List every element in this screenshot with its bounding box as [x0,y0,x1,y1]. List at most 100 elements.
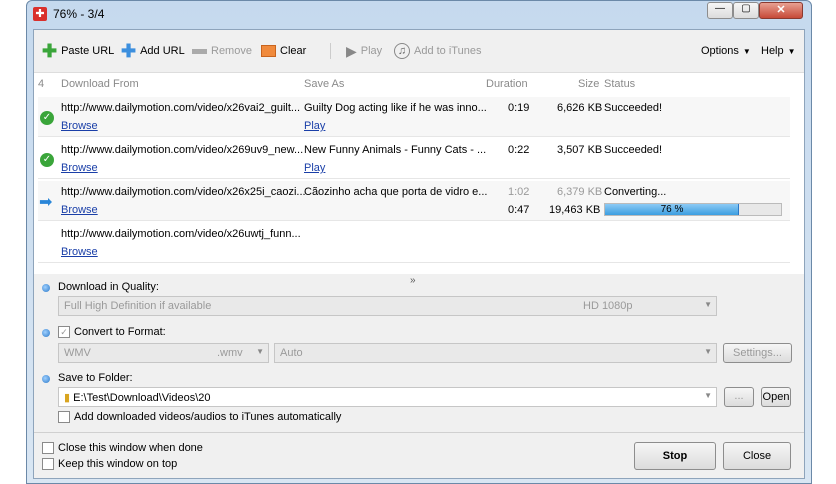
preset-value: Auto [280,347,303,359]
window-title: 76% - 3/4 [53,7,105,21]
folder-path: E:\Test\Download\Videos\20 [73,392,211,404]
clear-icon [261,45,276,57]
quality-select[interactable]: Full High Definition if available HD 1080… [58,296,717,316]
plus-green-icon: ✚ [42,40,58,61]
success-icon: ✓ [40,153,54,167]
chevron-down-icon: ▼ [256,347,264,356]
quality-label: Download in Quality: [58,281,159,293]
paste-url-label: Paste URL [61,45,115,57]
column-header-status[interactable]: Status [604,78,635,90]
convert-checkbox[interactable]: ✓ [58,326,70,338]
play-button[interactable]: ▶ Play [346,41,382,61]
progress-label: 76 % [660,204,684,215]
add-url-label: Add URL [140,45,185,57]
quality-resolution: HD 1080p [583,300,633,312]
close-when-done-label: Close this window when done [58,442,203,454]
plus-blue-icon: ✚ [121,40,137,61]
success-icon: ✓ [40,111,54,125]
browse-link[interactable]: Browse [61,246,98,258]
close-window-button[interactable]: ✕ [759,2,803,19]
keep-on-top-label: Keep this window on top [58,458,178,470]
url: http://www.dailymotion.com/video/x269uv9… [61,144,304,156]
size-output: 19,463 KB [549,204,601,216]
play-icon: ▶ [346,42,357,59]
close-when-done-checkbox[interactable] [42,442,54,454]
add-url-button[interactable]: ✚ Add URL [121,41,185,61]
itunes-auto-label: Add downloaded videos/audios to iTunes a… [74,411,342,423]
table-row[interactable]: ✓ http://www.dailymotion.com/video/x269u… [38,139,790,179]
stop-button[interactable]: Stop [634,442,716,470]
url: http://www.dailymotion.com/video/x26vai2… [61,102,301,114]
play-link[interactable]: Play [304,162,325,174]
clear-button[interactable]: Clear [261,41,306,61]
settings-button[interactable]: Settings... [723,343,792,363]
chevron-down-icon: ▼ [704,347,712,356]
chevron-down-icon: ▼ [787,46,796,56]
duration: 0:22 [508,144,530,156]
help-menu[interactable]: Help ▼ [761,41,796,61]
remove-button[interactable]: Remove [192,41,252,61]
column-header-size[interactable]: Size [578,78,599,90]
browse-link[interactable]: Browse [61,162,98,174]
format-select[interactable]: WMV .wmv ▼ [58,343,269,363]
client-area: ✚ Paste URL ✚ Add URL Remove Clear ▶ Play ♫… [33,29,805,479]
add-to-itunes-label: Add to iTunes [414,45,482,57]
table-row[interactable]: ➡ http://www.dailymotion.com/video/x26x2… [38,181,790,221]
status: Succeeded! [604,102,663,114]
size: 6,379 KB [557,186,603,198]
download-list: 4 Download From Save As Duration Size St… [34,72,804,274]
save-as: Guilty Dog acting like if he was inno... [304,102,487,114]
folder-label: Save to Folder: [58,372,133,384]
url: http://www.dailymotion.com/video/x26x25i… [61,186,306,198]
size: 6,626 KB [557,102,603,114]
column-header-duration[interactable]: Duration [486,78,528,90]
clear-label: Clear [280,45,307,57]
maximize-button[interactable]: ▢ [733,2,759,19]
column-header-save-as[interactable]: Save As [304,78,344,90]
keep-on-top-checkbox[interactable] [42,458,54,470]
duration: 0:19 [508,102,530,114]
itunes-icon: ♫ [394,43,410,59]
paste-url-button[interactable]: ✚ Paste URL [42,41,114,61]
help-label: Help [761,45,784,57]
quality-value: Full High Definition if available [64,300,212,312]
app-logo-icon: ✚ [33,7,47,21]
preset-select[interactable]: Auto ▼ [274,343,717,363]
save-as: New Funny Animals - Funny Cats - ... [304,144,487,156]
minus-icon [192,48,207,54]
chevron-down-icon: ▼ [742,46,751,56]
status: Converting... [604,186,667,198]
minimize-button[interactable]: — [707,2,733,19]
table-row[interactable]: http://www.dailymotion.com/video/x26uwtj… [38,223,790,263]
browse-link[interactable]: Browse [61,120,98,132]
options-menu[interactable]: Options ▼ [701,41,751,61]
toolbar-divider [330,43,331,59]
chevron-down-icon: ▼ [704,391,712,400]
url: http://www.dailymotion.com/video/x26uwtj… [61,228,301,240]
column-header-from[interactable]: Download From [61,78,139,90]
play-label: Play [360,45,383,57]
options-label: Options [701,45,739,57]
size: 3,507 KB [557,144,603,156]
folder-select[interactable]: ▮ E:\Test\Download\Videos\20 ▼ [58,387,717,407]
title-bar: ✚ 76% - 3/4 — ▢ ✕ [27,1,811,27]
collapse-chevron-icon[interactable]: » [410,275,416,286]
open-folder-button[interactable]: Open [761,387,791,407]
add-to-itunes-button[interactable]: ♫ Add to iTunes [394,41,481,61]
itunes-auto-checkbox[interactable] [58,411,70,423]
folder-icon: ▮ [64,392,71,404]
item-count: 4 [38,78,45,90]
format-value: WMV [64,347,91,359]
close-button[interactable]: Close [723,442,791,470]
browse-link[interactable]: Browse [61,204,98,216]
duration: 1:02 [508,186,530,198]
table-row[interactable]: ✓ http://www.dailymotion.com/video/x26va… [38,97,790,137]
progress-bar: 76 % [604,203,782,216]
bullet-icon [42,329,50,337]
bullet-icon [42,375,50,383]
browse-folder-button[interactable]: ... [724,387,754,407]
app-window: ✚ 76% - 3/4 — ▢ ✕ ✚ Paste URL ✚ Add URL Re… [26,0,812,484]
play-link[interactable]: Play [304,120,325,132]
format-extension: .wmv [217,347,243,359]
remove-label: Remove [211,45,252,57]
